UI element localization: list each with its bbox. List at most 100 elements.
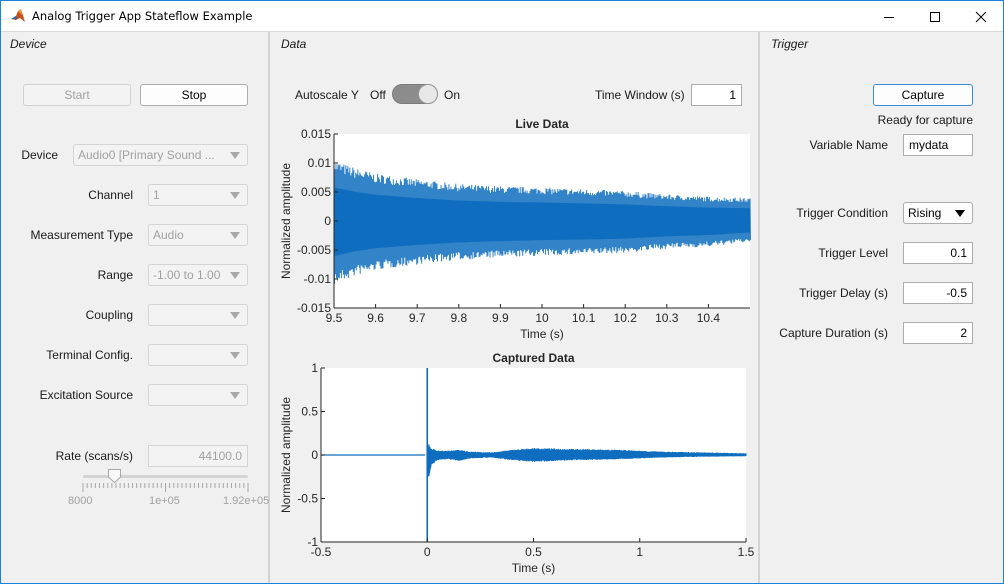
y-axis-label: Normalized amplitude [279,163,293,279]
rate-slider-thumb[interactable] [108,469,121,483]
x-tick-label: 9.9 [492,311,509,325]
x-axis-label: Time (s) [520,327,564,341]
chevron-down-icon [230,192,240,199]
measurement-type-dropdown[interactable]: Audio [148,224,248,246]
rate-slider-ticks [82,483,249,492]
terminal-config-label: Terminal Config. [46,348,133,362]
x-tick-label: 9.7 [409,311,426,325]
chevron-down-icon [230,272,240,279]
channel-dropdown[interactable]: 1 [148,184,248,206]
device-panel: Device Start Stop Device Audio0 [Primary… [1,32,270,583]
maximize-icon [930,11,940,22]
autoscale-toggle[interactable] [392,84,438,104]
close-button[interactable] [958,1,1004,32]
measurement-type-label: Measurement Type [30,228,134,242]
autoscale-on-label: On [444,88,461,102]
x-tick-label: 1.5 [738,545,755,559]
rate-field[interactable]: 44100.0 [148,445,248,467]
channel-label: Channel [88,188,133,202]
x-tick-label: 10 [535,311,549,325]
y-tick-label: 0.5 [301,405,318,419]
range-value: -1.00 to 1.00 [153,268,221,282]
y-tick-label: -1 [307,535,318,549]
window-title: Analog Trigger App Stateflow Example [32,9,253,23]
minimize-button[interactable] [866,1,912,32]
capture-button[interactable]: Capture [873,84,973,106]
capture-status: Ready for capture [877,113,973,127]
channel-dropdown-value: 1 [153,188,160,202]
autoscale-off-label: Off [370,88,386,102]
y-tick-label: -0.005 [297,243,331,257]
trigger-delay-label: Trigger Delay (s) [799,286,888,300]
matlab-logo-icon [10,8,26,24]
x-tick-label: 0.5 [525,545,542,559]
y-tick-label: 1 [311,361,318,375]
x-tick-label: 0 [424,545,431,559]
y-tick-label: 0 [311,448,318,462]
x-tick-label: 10.4 [697,311,721,325]
x-tick-label: 1 [636,545,643,559]
chevron-down-icon [230,392,240,399]
trigger-panel-title: Trigger [771,37,809,51]
start-button[interactable]: Start [23,84,131,106]
stop-button[interactable]: Stop [140,84,248,106]
chevron-down-icon [955,210,965,217]
data-panel: Data Autoscale Y Off On Time Window (s) … [272,32,760,583]
y-tick-label: -0.01 [304,272,332,286]
capture-duration-label: Capture Duration (s) [779,326,888,340]
title-bar: Analog Trigger App Stateflow Example [1,1,1003,32]
chevron-down-icon [230,232,240,239]
chevron-down-icon [230,152,240,159]
app-window: Analog Trigger App Stateflow Example Dev… [0,0,1004,584]
trigger-condition-dropdown[interactable]: Rising [903,202,973,224]
x-tick-label: 10.2 [614,311,638,325]
terminal-config-dropdown[interactable] [148,344,248,366]
excitation-source-dropdown[interactable] [148,384,248,406]
chart-title: Live Data [515,117,569,131]
variable-name-label: Variable Name [809,138,888,152]
rate-label: Rate (scans/s) [55,449,133,463]
x-tick-label: 10.3 [655,311,679,325]
x-axis-label: Time (s) [512,561,556,575]
rate-tick-min: 8000 [68,495,93,507]
y-tick-label: -0.015 [297,301,331,315]
rate-tick-mid: 1e+05 [149,495,180,507]
coupling-dropdown[interactable] [148,304,248,326]
device-panel-title: Device [10,37,47,51]
y-tick-label: 0 [324,214,331,228]
capture-duration-field[interactable]: 2 [903,322,973,344]
y-axis-label: Normalized amplitude [279,397,293,513]
trigger-level-label: Trigger Level [818,246,888,260]
rate-tick-max: 1.92e+05 [223,495,270,507]
toggle-knob [418,84,438,104]
trigger-delay-field[interactable]: -0.5 [903,282,973,304]
coupling-label: Coupling [85,308,133,322]
chevron-down-icon [230,312,240,319]
captured-data-chart[interactable]: Captured Data-0.5 0 0.5 1 1.5-1-0.500.51Time… [272,347,760,582]
range-label: Range [97,268,133,282]
variable-name-field[interactable]: mydata [903,134,973,156]
y-tick-label: -0.5 [297,492,318,506]
chevron-down-icon [230,352,240,359]
x-tick-label: 10.1 [572,311,596,325]
trigger-level-field[interactable]: 0.1 [903,242,973,264]
maximize-button[interactable] [912,1,958,32]
y-tick-label: 0.01 [308,156,332,170]
minimize-icon [884,16,894,18]
measurement-type-value: Audio [153,228,184,242]
live-data-chart[interactable]: Live Data9.5 9.6 9.7 9.8 9.9 10 10.1 10.2 10.3 10… [272,112,760,342]
range-dropdown[interactable]: -1.00 to 1.00 [148,264,248,286]
device-dropdown[interactable]: Audio0 [Primary Sound ... [73,144,248,166]
trigger-condition-label: Trigger Condition [796,206,888,220]
trigger-panel: Trigger Capture Ready for capture Variab… [762,32,1003,583]
close-icon [975,11,987,22]
excitation-source-label: Excitation Source [39,388,133,402]
device-dropdown-value: Audio0 [Primary Sound ... [78,148,215,162]
trigger-condition-value: Rising [908,206,942,220]
time-window-field[interactable]: 1 [691,84,742,106]
data-panel-title: Data [281,37,307,51]
time-window-label: Time Window (s) [595,88,685,102]
x-tick-label: 9.8 [450,311,467,325]
y-tick-label: 0.005 [301,185,331,199]
y-tick-label: 0.015 [301,127,331,141]
